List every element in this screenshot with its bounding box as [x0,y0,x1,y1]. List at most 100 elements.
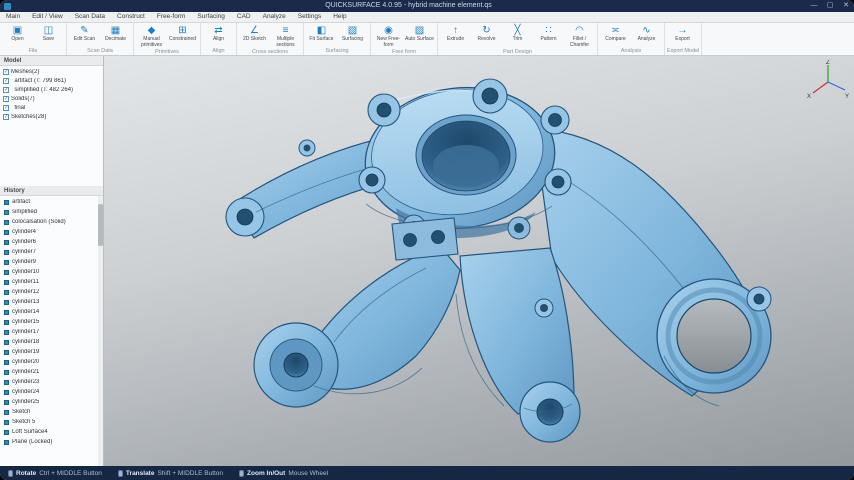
minimize-button[interactable]: — [806,0,822,12]
history-item[interactable]: cylinder15 [0,317,103,327]
window-title: QUICKSURFACE 4.0.95 - hybrid machine ele… [11,0,806,12]
history-item[interactable]: colocalsation (Solid) [0,217,103,227]
ribbon-group-cross-sections: ∠ 2D Sketch ≡ Multiple sections Cross se… [237,23,304,55]
history-item[interactable]: cylinder10 [0,267,103,277]
tree-checkbox-icon[interactable]: ✓ [3,96,9,102]
history-item[interactable]: cylinder7 [0,247,103,257]
ribbon-button[interactable]: ≍ Compare [600,24,631,43]
history-item[interactable]: cylinder23 [0,377,103,387]
menu-item[interactable]: Surfacing [191,12,230,22]
status-segment: Translate Shift + MIDDLE Button [118,470,223,477]
ribbon-button[interactable]: ↻ Revolve [471,24,502,43]
history-item[interactable]: cylinder9 [0,257,103,267]
close-button[interactable]: ✕ [838,0,854,12]
history-item-label: cylinder4 [12,229,36,235]
history-item[interactable]: cylinder17 [0,327,103,337]
ribbon-button[interactable]: ≡ Multiple sections [270,24,301,48]
history-item[interactable]: Plane (Locked) [0,437,103,447]
ribbon-button[interactable]: ▦ Decimate [100,24,131,43]
tree-checkbox-icon[interactable]: ✓ [3,114,9,120]
menu-item[interactable]: Help [327,12,352,22]
history-item[interactable]: Sketch [0,407,103,417]
ribbon-button[interactable]: ✎ Edit Scan [69,24,100,43]
history-item[interactable]: cylinder6 [0,237,103,247]
ribbon-button[interactable]: ▧ Surfacing [337,24,368,43]
feature-icon [4,260,9,265]
feature-icon [4,440,9,445]
history-item[interactable]: cylinder24 [0,387,103,397]
ribbon-button[interactable]: ◫ Save [33,24,64,43]
history-item-label: cylinder6 [12,239,36,245]
history-item[interactable]: Loft Surface4 [0,427,103,437]
ribbon-button[interactable]: ▣ Open [2,24,33,43]
history-item-label: cylinder25 [12,399,39,405]
history-item-label: artifact [12,199,30,205]
tree-item-label: artifact (T: 799 861) [11,78,66,84]
status-segment-label: Translate [126,470,155,477]
tree-item[interactable]: ✓ Solids(7) [0,94,103,103]
tree-checkbox-icon[interactable]: ✓ [3,78,9,84]
history-item[interactable]: Sketch 5 [0,417,103,427]
menu-item[interactable]: Free-form [151,12,192,22]
ribbon-group-export: → Export Export Model [665,23,702,55]
history-item[interactable]: artifact [0,197,103,207]
history-item[interactable]: cylinder25 [0,397,103,407]
history-item[interactable]: cylinder14 [0,307,103,317]
history-item-label: cylinder10 [12,269,39,275]
tree-item[interactable]: ✓ Meshes(2) [0,67,103,76]
ribbon-button[interactable]: ◆ Manual primitives [136,24,167,48]
ribbon-button[interactable]: ⊞ Constrained [167,24,198,43]
ribbon-button[interactable]: ∿ Analyze [631,24,662,43]
ribbon-button[interactable]: ∷ Pattern [533,24,564,43]
menu-item[interactable]: Settings [292,12,328,22]
scrollbar-thumb[interactable] [98,204,103,246]
orientation-triad[interactable]: Z X Y [806,60,850,100]
history-item[interactable]: cylinder19 [0,347,103,357]
feature-icon [4,240,9,245]
menu-item[interactable]: Scan Data [69,12,111,22]
panel-scrollbar[interactable] [98,196,103,466]
menu-item[interactable]: Edit / View [26,12,69,22]
ribbon-button-label: 2D Sketch [243,37,266,43]
ribbon-button[interactable]: ◉ New Free-form [373,24,404,48]
tree-item[interactable]: ✓ final [0,103,103,112]
ribbon-button[interactable]: → Export [667,24,698,43]
feature-icon [4,420,9,425]
ribbon-button[interactable]: ╳ Trim [502,24,533,43]
history-item[interactable]: cylinder21 [0,367,103,377]
tree-checkbox-icon[interactable]: ✓ [3,69,9,75]
history-item-label: cylinder13 [12,299,39,305]
ribbon-button-label: Open [11,37,23,43]
triad-z-label: Z [826,60,830,66]
tree-checkbox-icon[interactable]: ✓ [3,105,9,111]
history-item[interactable]: cylinder20 [0,357,103,367]
ribbon-button[interactable]: ⇄ Align [203,24,234,43]
status-segment-label: Zoom In/Out [247,470,285,477]
tree-item[interactable]: ✓ Sketches(28) [0,112,103,121]
history-item-label: cylinder21 [12,369,39,375]
history-item[interactable]: simplified [0,207,103,217]
tree-checkbox-icon[interactable]: ✓ [3,87,9,93]
history-item[interactable]: cylinder11 [0,277,103,287]
history-item[interactable]: cylinder18 [0,337,103,347]
history-item-label: cylinder11 [12,279,39,285]
history-item[interactable]: cylinder4 [0,227,103,237]
tree-item[interactable]: ✓ artifact (T: 799 861) [0,76,103,85]
menu-item[interactable]: Construct [111,12,151,22]
model-tree: ✓ Meshes(2) ✓ artifact (T: 799 861) ✓ si… [0,66,103,186]
3d-viewport[interactable]: Z X Y [104,56,854,466]
mouse-icon [118,470,123,477]
history-item[interactable]: cylinder13 [0,297,103,307]
ribbon-button[interactable]: ▨ Auto Surface [404,24,435,43]
ribbon-button[interactable]: ∠ 2D Sketch [239,24,270,43]
menu-item[interactable]: Analyze [257,12,292,22]
maximize-button[interactable]: ▢ [822,0,838,12]
menu-item[interactable]: Main [0,12,26,22]
ribbon-button[interactable]: ↑ Extrude [440,24,471,43]
tree-item[interactable]: ✓ simplified (T: 482 264) [0,85,103,94]
menu-item[interactable]: CAD [231,12,257,22]
history-item[interactable]: cylinder12 [0,287,103,297]
ribbon-button[interactable]: ◧ Fit Surface [306,24,337,43]
ribbon-button[interactable]: ◠ Fillet / Chamfer [564,24,595,48]
3d-model-steering-knuckle[interactable] [104,56,854,466]
